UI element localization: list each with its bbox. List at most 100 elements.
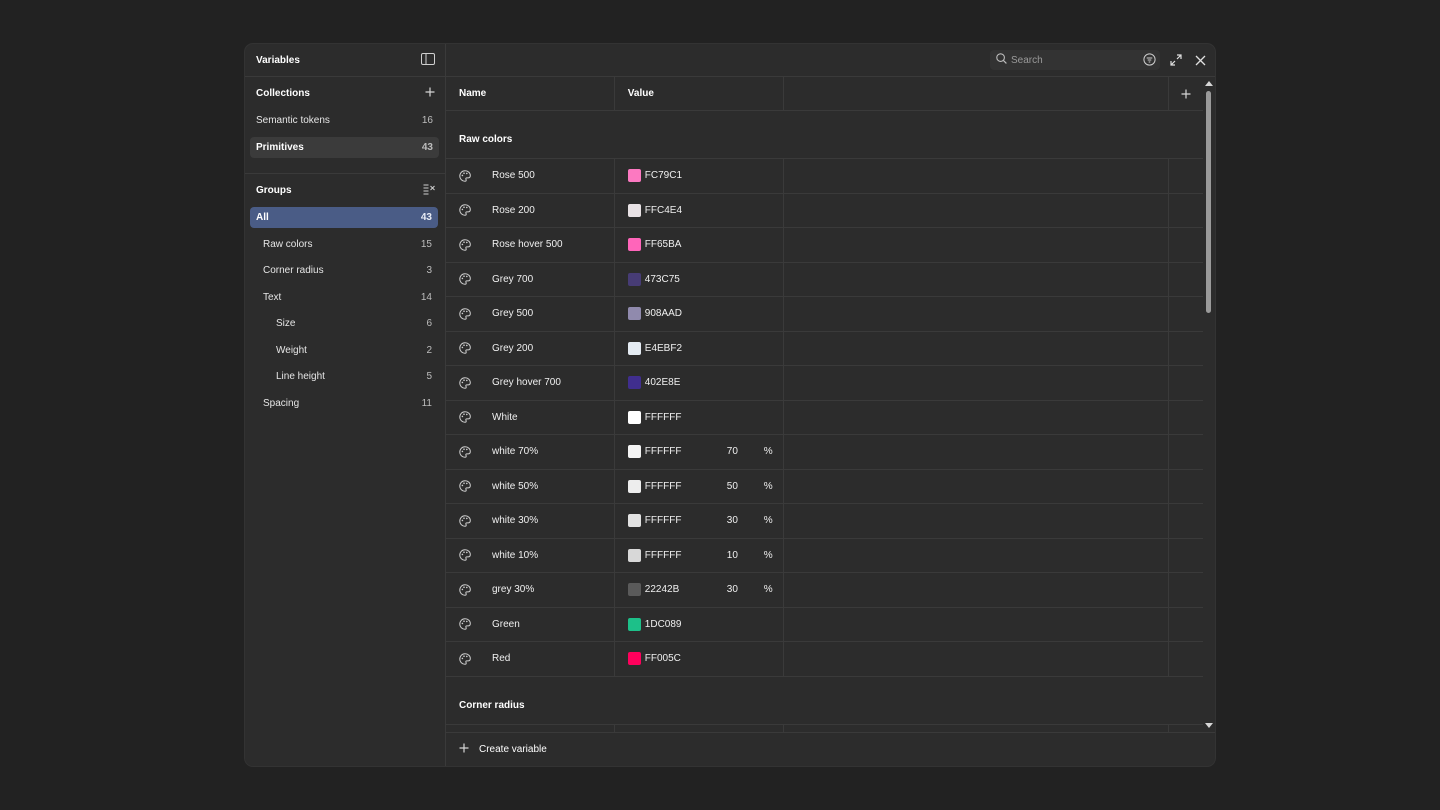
color-swatch[interactable] [627,376,641,390]
name-cell[interactable]: white 70% [446,435,615,469]
create-variable-button[interactable]: Create variable [446,732,1215,766]
table-row[interactable]: Grey 500 908AAD [446,297,1203,332]
group-list-options-icon[interactable] [423,184,435,198]
table-row[interactable]: Rose hover 500 FF65BA [446,228,1203,263]
value-cell[interactable]: 402E8E [615,366,784,400]
table-row[interactable]: white 50% FFFFFF 50% [446,469,1203,504]
name-cell[interactable]: white 10% [446,538,615,572]
name-cell[interactable]: Rose 500 [446,159,615,193]
value-cell[interactable]: FF005C [615,642,784,676]
value-cell[interactable]: FFFFFF [615,400,784,434]
opacity-value[interactable]: 50 [727,481,738,492]
value-cell[interactable]: FFC4E4 [615,193,784,227]
name-cell[interactable]: white 30% [446,504,615,538]
table-row[interactable]: white 10% FFFFFF 10% [446,538,1203,573]
opacity-value[interactable]: 70 [727,446,738,457]
color-swatch[interactable] [627,548,641,562]
group-item[interactable]: Line height 5 [250,366,438,387]
value-cell[interactable]: FFFFFF 30% [615,504,784,538]
group-item[interactable]: Text 14 [250,287,438,308]
color-swatch[interactable] [627,169,641,183]
table-row[interactable]: Grey hover 700 402E8E [446,366,1203,401]
name-cell[interactable]: Grey 500 [446,297,615,331]
name-cell[interactable]: Grey hover 700 [446,366,615,400]
name-cell[interactable]: grey 30% [446,573,615,607]
group-item[interactable]: Raw colors 15 [250,234,438,255]
hex-value[interactable]: FC79C1 [645,170,682,181]
color-swatch[interactable] [627,410,641,424]
table-row[interactable]: white 70% FFFFFF 70% [446,435,1203,470]
group-item[interactable]: Spacing 11 [250,393,438,414]
value-cell[interactable]: FFFFFF 50% [615,469,784,503]
scroll-up-arrow-icon[interactable] [1205,81,1213,86]
hex-value[interactable]: FFC4E4 [645,205,682,216]
value-cell[interactable]: 22242B 30% [615,573,784,607]
color-swatch[interactable] [627,479,641,493]
opacity-value[interactable]: 30 [727,584,738,595]
color-swatch[interactable] [627,583,641,597]
value-cell[interactable]: 908AAD [615,297,784,331]
hex-value[interactable]: 473C75 [645,274,680,285]
color-swatch[interactable] [627,652,641,666]
scroll-thumb[interactable] [1206,91,1211,313]
value-cell[interactable]: E4EBF2 [615,331,784,365]
color-swatch[interactable] [627,617,641,631]
opacity-value[interactable]: 10 [727,550,738,561]
table-row[interactable]: Rose 500 FC79C1 [446,159,1203,194]
color-swatch[interactable] [627,203,641,217]
hex-value[interactable]: FF005C [645,653,681,664]
name-cell[interactable]: White [446,400,615,434]
table-row[interactable] [446,724,1203,732]
value-cell[interactable]: FC79C1 [615,159,784,193]
add-mode-icon[interactable] [1169,77,1203,110]
search-box[interactable] [990,50,1160,70]
hex-value[interactable]: FF65BA [645,239,682,250]
name-cell[interactable]: Grey 200 [446,331,615,365]
table-row[interactable]: Rose 200 FFC4E4 [446,193,1203,228]
expand-icon[interactable] [1169,53,1183,67]
group-item[interactable]: Corner radius 3 [250,260,438,281]
table-row[interactable]: Red FF005C [446,642,1203,677]
table-row[interactable]: Grey 700 473C75 [446,262,1203,297]
group-item[interactable]: Size 6 [250,313,438,334]
name-cell[interactable]: white 50% [446,469,615,503]
name-cell[interactable]: Rose 200 [446,193,615,227]
opacity-value[interactable]: 30 [727,515,738,526]
hex-value[interactable]: FFFFFF [645,481,682,492]
name-cell[interactable]: Rose hover 500 [446,228,615,262]
toggle-sidebar-icon[interactable] [421,52,435,68]
add-collection-icon[interactable] [425,87,435,100]
hex-value[interactable]: FFFFFF [645,412,682,423]
name-cell[interactable]: Red [446,642,615,676]
value-cell[interactable]: FF65BA [615,228,784,262]
collection-item[interactable]: Semantic tokens 16 [250,110,439,131]
hex-value[interactable]: 402E8E [645,377,681,388]
hex-value[interactable]: FFFFFF [645,446,682,457]
color-swatch[interactable] [627,341,641,355]
hex-value[interactable]: 908AAD [645,308,682,319]
hex-value[interactable]: E4EBF2 [645,343,682,354]
value-cell[interactable]: 1DC089 [615,607,784,641]
color-swatch[interactable] [627,514,641,528]
table-row[interactable]: White FFFFFF [446,400,1203,435]
hex-value[interactable]: 1DC089 [645,619,682,630]
name-cell[interactable]: Green [446,607,615,641]
table-row[interactable]: white 30% FFFFFF 30% [446,504,1203,539]
table-row[interactable]: Green 1DC089 [446,607,1203,642]
close-icon[interactable] [1193,53,1207,67]
value-cell[interactable]: 473C75 [615,262,784,296]
scroll-down-arrow-icon[interactable] [1205,723,1213,728]
value-cell[interactable]: FFFFFF 10% [615,538,784,572]
color-swatch[interactable] [627,238,641,252]
search-input[interactable] [1011,54,1131,66]
value-cell[interactable]: FFFFFF 70% [615,435,784,469]
collection-item[interactable]: Primitives 43 [250,136,439,158]
color-swatch[interactable] [627,272,641,286]
name-cell[interactable]: Grey 700 [446,262,615,296]
table-row[interactable]: Grey 200 E4EBF2 [446,331,1203,366]
hex-value[interactable]: 22242B [645,584,679,595]
hex-value[interactable]: FFFFFF [645,515,682,526]
group-item[interactable]: All 43 [250,207,438,228]
table-row[interactable]: grey 30% 22242B 30% [446,573,1203,608]
filter-icon[interactable] [1143,53,1156,69]
